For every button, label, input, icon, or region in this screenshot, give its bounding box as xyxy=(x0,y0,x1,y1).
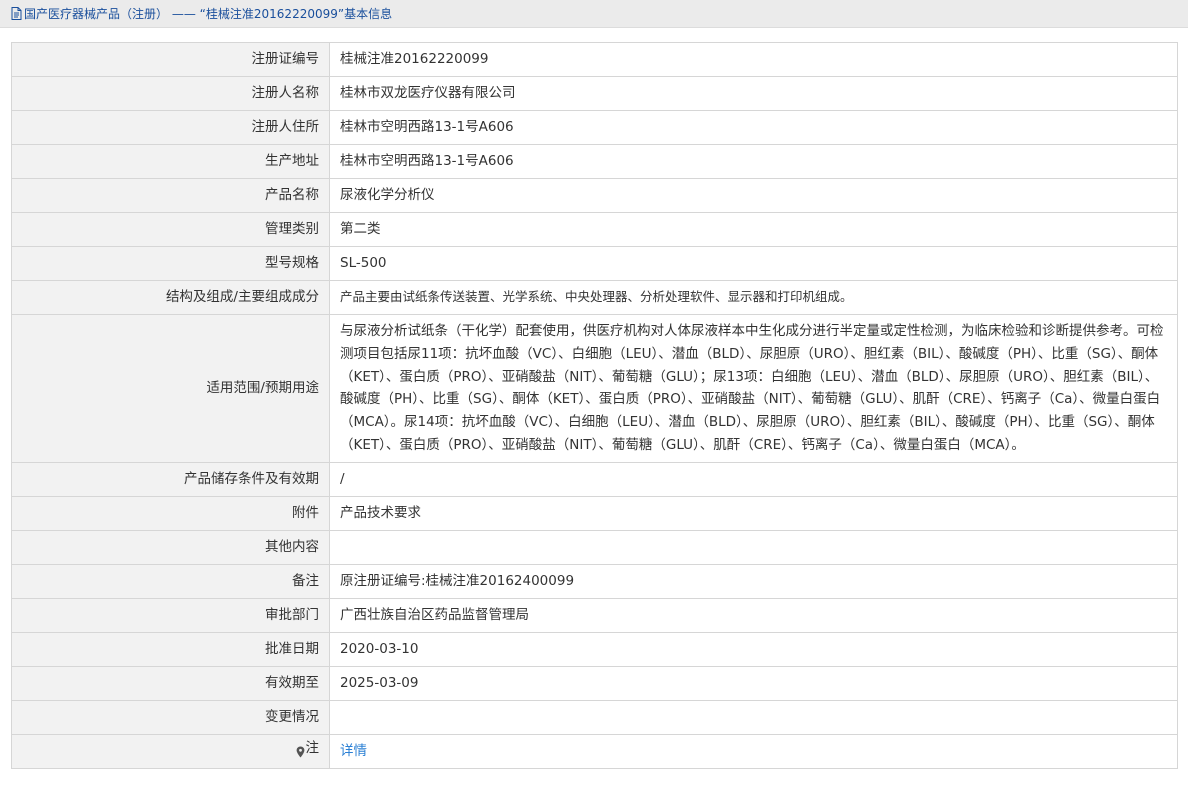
row-label: 产品名称 xyxy=(11,178,330,213)
breadcrumb-separator-text: —— xyxy=(171,6,196,21)
details-link[interactable]: 详情 xyxy=(340,743,367,759)
row-value: 产品技术要求 xyxy=(329,495,1178,531)
table-row: 批准日期 2020-03-10 xyxy=(11,631,1178,667)
row-value xyxy=(329,529,1178,565)
note-label: 注 xyxy=(296,737,320,760)
table-row: 产品名称 尿液化学分析仪 xyxy=(11,178,1178,213)
table-row: 其他内容 xyxy=(11,529,1178,565)
table-row: 有效期至 2025-03-09 xyxy=(11,665,1178,701)
row-value: 桂林市空明西路13-1号A606 xyxy=(329,144,1178,179)
row-value: 第二类 xyxy=(329,212,1178,247)
note-row: 注 详情 xyxy=(11,733,1178,769)
info-table: 注册证编号 桂械注准20162220099 注册人名称 桂林市双龙医疗仪器有限公… xyxy=(11,42,1178,769)
row-value: 与尿液分析试纸条（干化学）配套使用，供医疗机构对人体尿液样本中生化成分进行半定量… xyxy=(329,314,1178,463)
row-value: 2025-03-09 xyxy=(329,665,1178,701)
row-value: 原注册证编号:桂械注准20162400099 xyxy=(329,563,1178,599)
info-table-container: 注册证编号 桂械注准20162220099 注册人名称 桂林市双龙医疗仪器有限公… xyxy=(11,42,1178,769)
table-row: 注册人名称 桂林市双龙医疗仪器有限公司 xyxy=(11,76,1178,111)
table-row: 变更情况 xyxy=(11,699,1178,735)
row-value: 产品主要由试纸条传送装置、光学系统、中央处理器、分析处理软件、显示器和打印机组成… xyxy=(329,280,1178,315)
breadcrumb-title: “桂械注准20162220099”基本信息 xyxy=(199,7,393,21)
row-label: 审批部门 xyxy=(11,597,330,633)
row-label: 其他内容 xyxy=(11,529,330,565)
row-label: 管理类别 xyxy=(11,212,330,247)
table-row: 适用范围/预期用途 与尿液分析试纸条（干化学）配套使用，供医疗机构对人体尿液样本… xyxy=(11,314,1178,463)
row-label: 生产地址 xyxy=(11,144,330,179)
table-row: 生产地址 桂林市空明西路13-1号A606 xyxy=(11,144,1178,179)
row-label: 适用范围/预期用途 xyxy=(11,314,330,463)
row-label: 备注 xyxy=(11,563,330,599)
row-value xyxy=(329,699,1178,735)
table-row: 产品储存条件及有效期 / xyxy=(11,461,1178,497)
row-label: 批准日期 xyxy=(11,631,330,667)
row-value: 广西壮族自治区药品监督管理局 xyxy=(329,597,1178,633)
row-label: 型号规格 xyxy=(11,246,330,281)
row-label: 有效期至 xyxy=(11,665,330,701)
row-label: 注册人名称 xyxy=(11,76,330,111)
row-label: 附件 xyxy=(11,495,330,531)
row-value: 桂械注准20162220099 xyxy=(329,42,1178,77)
row-value: 桂林市空明西路13-1号A606 xyxy=(329,110,1178,145)
document-icon xyxy=(11,7,22,20)
table-row: 注册人住所 桂林市空明西路13-1号A606 xyxy=(11,110,1178,145)
row-label: 注册证编号 xyxy=(11,42,330,77)
row-label: 注册人住所 xyxy=(11,110,330,145)
note-value-cell: 详情 xyxy=(329,733,1178,769)
table-row: 备注 原注册证编号:桂械注准20162400099 xyxy=(11,563,1178,599)
table-row: 附件 产品技术要求 xyxy=(11,495,1178,531)
row-value: SL-500 xyxy=(329,246,1178,281)
row-value: / xyxy=(329,461,1178,497)
row-label: 产品储存条件及有效期 xyxy=(11,461,330,497)
table-row: 审批部门 广西壮族自治区药品监督管理局 xyxy=(11,597,1178,633)
breadcrumb: 国产医疗器械产品（注册） —— “桂械注准20162220099”基本信息 xyxy=(0,0,1188,28)
breadcrumb-category-link[interactable]: 国产医疗器械产品（注册） xyxy=(24,5,168,22)
table-row: 结构及组成/主要组成成分 产品主要由试纸条传送装置、光学系统、中央处理器、分析处… xyxy=(11,280,1178,315)
row-value: 尿液化学分析仪 xyxy=(329,178,1178,213)
table-row: 型号规格 SL-500 xyxy=(11,246,1178,281)
table-row: 管理类别 第二类 xyxy=(11,212,1178,247)
location-pin-icon xyxy=(296,743,305,758)
note-label-text: 注 xyxy=(305,740,320,757)
row-value: 桂林市双龙医疗仪器有限公司 xyxy=(329,76,1178,111)
table-row: 注册证编号 桂械注准20162220099 xyxy=(11,42,1178,77)
row-label: 变更情况 xyxy=(11,699,330,735)
note-label-cell: 注 xyxy=(11,733,330,769)
row-label: 结构及组成/主要组成成分 xyxy=(11,280,330,315)
row-value: 2020-03-10 xyxy=(329,631,1178,667)
